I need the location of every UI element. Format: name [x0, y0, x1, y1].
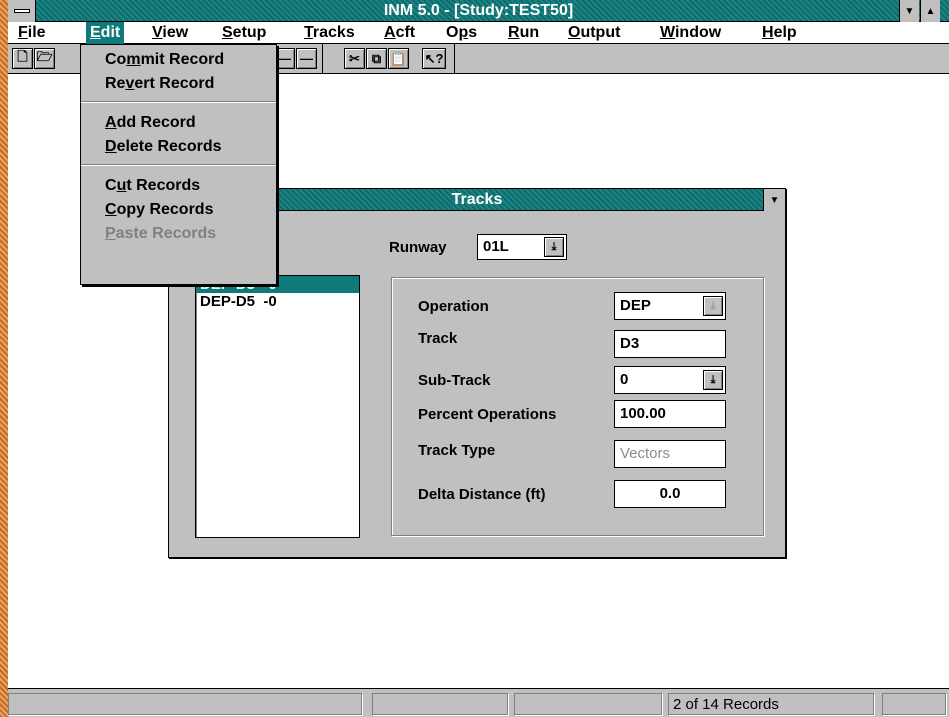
- minus-icon: —: [300, 51, 313, 66]
- track-list[interactable]: DEP-D3 -0 DEP-D5 -0: [195, 275, 360, 538]
- menu-acft[interactable]: Acft: [380, 24, 419, 44]
- dropdown-arrow-icon: ⤓: [551, 240, 557, 253]
- window-title: INM 5.0 - [Study:TEST50]: [383, 2, 574, 19]
- menu-item-paste-records: Paste Records: [105, 225, 217, 242]
- operation-value: DEP: [620, 297, 651, 314]
- status-cell: [372, 693, 508, 715]
- maximize-icon: ▲: [925, 5, 936, 17]
- edit-menu-dropdown: Commit Record Revert Record Add Record D…: [80, 44, 277, 285]
- menu-edit[interactable]: Edit: [86, 22, 125, 44]
- dash-icon: —: [278, 51, 291, 66]
- new-button[interactable]: 🗋: [12, 48, 33, 69]
- track-value: D3: [620, 335, 640, 352]
- maximize-button[interactable]: ▲: [920, 0, 940, 22]
- operation-dropdown-button: ⤓: [703, 296, 723, 316]
- new-document-icon: 🗋: [17, 48, 28, 64]
- runway-label: Runway: [389, 239, 447, 256]
- subtrack-label: Sub-Track: [418, 372, 491, 389]
- menu-item-copy-records[interactable]: Copy Records: [81, 198, 276, 222]
- menu-separator: [81, 101, 276, 103]
- percent-operations-field[interactable]: 100.00: [614, 400, 726, 428]
- title-bar[interactable]: INM 5.0 - [Study:TEST50] ▼ ▲: [8, 0, 949, 22]
- open-folder-icon: 🗁: [36, 48, 53, 64]
- track-fields-panel: Operation DEP ⤓ Track D3 Sub-Track 0 ⤓ P…: [391, 277, 764, 536]
- status-cell: [8, 693, 362, 715]
- menu-file[interactable]: File: [14, 24, 50, 44]
- open-button[interactable]: 🗁: [34, 48, 55, 69]
- menu-bar: File Edit View Setup Tracks Acft Ops Run…: [8, 22, 949, 44]
- remove-button[interactable]: —: [296, 48, 317, 69]
- toolbar-divider: [322, 44, 323, 74]
- menu-item-add-record[interactable]: Add Record: [81, 111, 276, 135]
- runway-select[interactable]: 01L ⤓: [477, 234, 567, 260]
- record-count-status: 2 of 14 Records: [668, 693, 874, 715]
- dropdown-arrow-icon: ⤓: [710, 299, 716, 312]
- toolbar-button-a[interactable]: —: [274, 48, 295, 69]
- context-help-button[interactable]: ↖?: [422, 48, 446, 69]
- toolbar-divider: [454, 44, 455, 74]
- runway-dropdown-button[interactable]: ⤓: [544, 237, 564, 257]
- percent-operations-value: 100.00: [620, 405, 666, 422]
- menu-view[interactable]: View: [148, 24, 192, 44]
- menu-ops[interactable]: Ops: [442, 24, 481, 44]
- delta-distance-value: 0.0: [659, 485, 681, 502]
- track-type-field: Vectors: [614, 440, 726, 468]
- percent-operations-label: Percent Operations: [418, 406, 557, 423]
- menu-tracks[interactable]: Tracks: [300, 24, 359, 44]
- help-pointer-icon: ↖?: [424, 50, 444, 66]
- track-field[interactable]: D3: [614, 330, 726, 358]
- minimize-icon: ▼: [904, 5, 915, 17]
- track-type-value: Vectors: [620, 445, 671, 462]
- operation-label: Operation: [418, 298, 489, 315]
- menu-separator: [81, 164, 276, 166]
- status-cell: [882, 693, 946, 715]
- minimize-icon: ▼: [769, 194, 780, 206]
- track-label: Track: [418, 330, 458, 347]
- menu-output[interactable]: Output: [564, 24, 624, 44]
- subtrack-dropdown-button[interactable]: ⤓: [703, 370, 723, 390]
- copy-button[interactable]: ⧉: [366, 48, 387, 69]
- subtrack-select[interactable]: 0 ⤓: [614, 366, 726, 394]
- cut-button[interactable]: ✂: [344, 48, 365, 69]
- menu-item-revert-record[interactable]: Revert Record: [81, 72, 276, 96]
- delta-distance-field[interactable]: 0.0: [614, 480, 726, 508]
- menu-run[interactable]: Run: [504, 24, 543, 44]
- subtrack-value: 0: [620, 371, 629, 388]
- paste-icon: 📋: [390, 50, 407, 66]
- status-cell: [514, 693, 662, 715]
- menu-item-delete-records[interactable]: Delete Records: [81, 135, 276, 159]
- minimize-button[interactable]: ▼: [899, 0, 919, 22]
- tracks-minimize-button[interactable]: ▼: [763, 189, 785, 211]
- menu-item-commit-record[interactable]: Commit Record: [81, 48, 276, 72]
- track-type-label: Track Type: [418, 442, 496, 459]
- menu-item-cut-records[interactable]: Cut Records: [81, 174, 276, 198]
- status-bar: 2 of 14 Records: [8, 688, 949, 717]
- menu-help[interactable]: Help: [758, 24, 801, 44]
- scissors-icon: ✂: [349, 50, 360, 66]
- delta-distance-label: Delta Distance (ft): [418, 486, 546, 503]
- app-window: INM 5.0 - [Study:TEST50] ▼ ▲ File Edit V…: [0, 0, 949, 717]
- dropdown-arrow-icon: ⤓: [710, 373, 716, 386]
- menu-window[interactable]: Window: [656, 24, 725, 44]
- list-item[interactable]: DEP-D5 -0: [196, 293, 359, 310]
- menu-setup[interactable]: Setup: [218, 24, 270, 44]
- runway-value: 01L: [483, 238, 509, 255]
- copy-icon: ⧉: [371, 50, 382, 66]
- paste-button[interactable]: 📋: [388, 48, 409, 69]
- operation-select: DEP ⤓: [614, 292, 726, 320]
